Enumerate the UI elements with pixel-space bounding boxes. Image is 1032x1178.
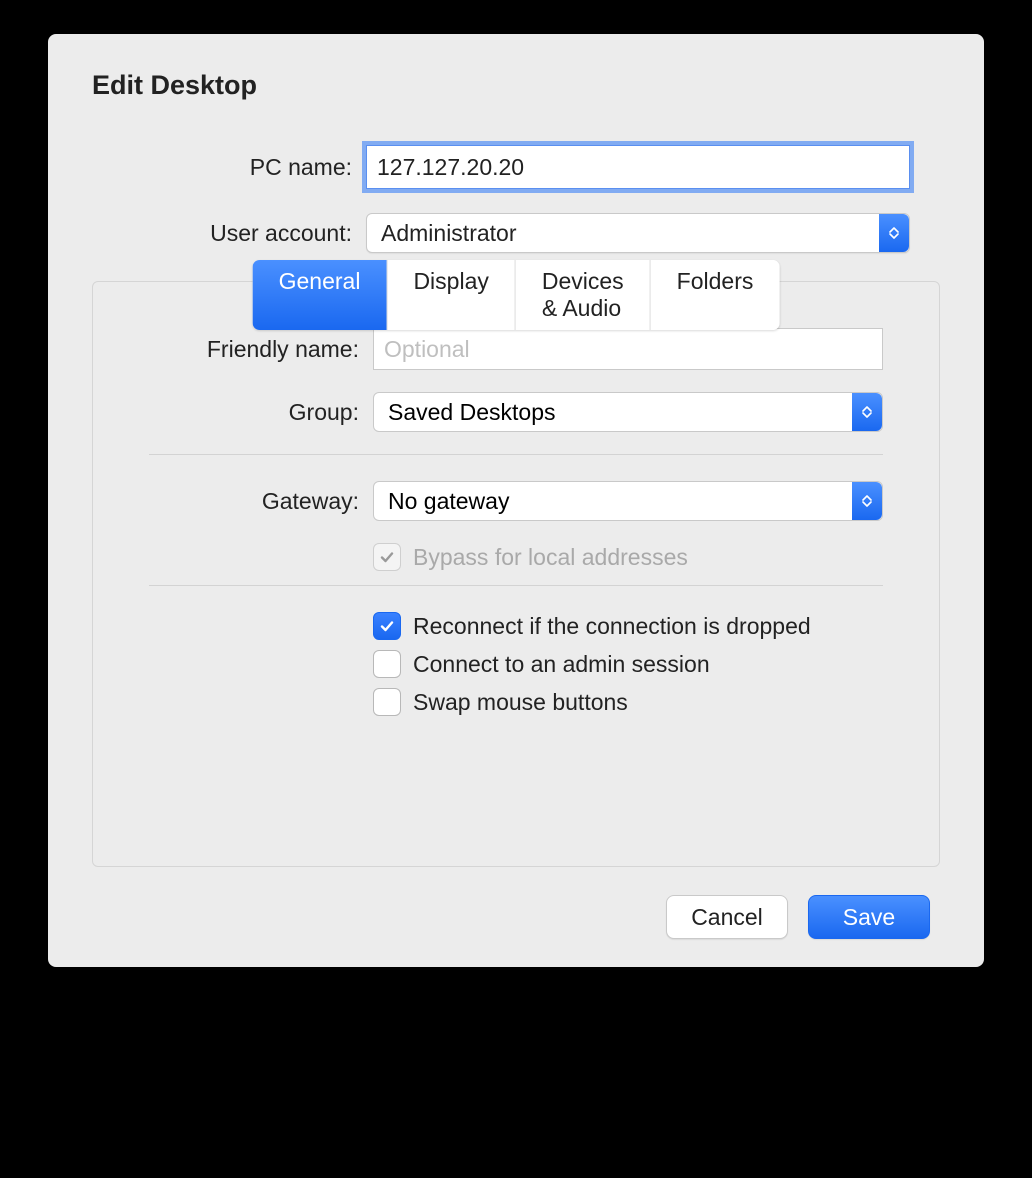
admin-session-label: Connect to an admin session — [413, 651, 710, 678]
chevron-up-down-icon — [852, 482, 882, 520]
gateway-label: Gateway: — [93, 488, 373, 515]
gateway-select[interactable]: No gateway — [373, 481, 883, 521]
reconnect-row: Reconnect if the connection is dropped — [93, 612, 939, 640]
swap-mouse-label: Swap mouse buttons — [413, 689, 628, 716]
pc-name-label: PC name: — [48, 154, 366, 181]
group-row: Group: Saved Desktops — [93, 392, 939, 432]
tab-general[interactable]: General — [253, 260, 388, 330]
edit-desktop-dialog: Edit Desktop PC name: User account: Admi… — [48, 34, 984, 967]
reconnect-checkbox[interactable] — [373, 612, 401, 640]
friendly-name-label: Friendly name: — [93, 336, 373, 363]
user-account-row: User account: Administrator — [48, 213, 984, 253]
gateway-row: Gateway: No gateway — [93, 481, 939, 521]
reconnect-label: Reconnect if the connection is dropped — [413, 613, 811, 640]
friendly-name-row: Friendly name: — [93, 328, 939, 370]
save-button[interactable]: Save — [808, 895, 930, 939]
user-account-label: User account: — [48, 220, 366, 247]
user-account-select[interactable]: Administrator — [366, 213, 910, 253]
admin-session-checkbox[interactable] — [373, 650, 401, 678]
dialog-title: Edit Desktop — [48, 70, 984, 145]
pc-name-row: PC name: — [48, 145, 984, 189]
tab-folders[interactable]: Folders — [651, 260, 780, 330]
tab-devices-audio[interactable]: Devices & Audio — [516, 260, 651, 330]
chevron-up-down-icon — [852, 393, 882, 431]
admin-session-row: Connect to an admin session — [93, 650, 939, 678]
dialog-footer: Cancel Save — [48, 867, 984, 939]
group-value: Saved Desktops — [388, 399, 555, 426]
swap-mouse-row: Swap mouse buttons — [93, 688, 939, 716]
divider — [149, 585, 883, 586]
bypass-label: Bypass for local addresses — [413, 544, 688, 571]
swap-mouse-checkbox[interactable] — [373, 688, 401, 716]
divider — [149, 454, 883, 455]
group-select[interactable]: Saved Desktops — [373, 392, 883, 432]
gateway-value: No gateway — [388, 488, 509, 515]
pc-name-input[interactable] — [366, 145, 910, 189]
bypass-checkbox — [373, 543, 401, 571]
tab-display[interactable]: Display — [387, 260, 515, 330]
friendly-name-input[interactable] — [373, 328, 883, 370]
tab-bar: General Display Devices & Audio Folders — [253, 260, 780, 330]
cancel-button[interactable]: Cancel — [666, 895, 788, 939]
group-label: Group: — [93, 399, 373, 426]
settings-panel: General Display Devices & Audio Folders … — [92, 281, 940, 867]
user-account-value: Administrator — [381, 220, 516, 247]
bypass-row: Bypass for local addresses — [93, 543, 939, 571]
chevron-up-down-icon — [879, 214, 909, 252]
